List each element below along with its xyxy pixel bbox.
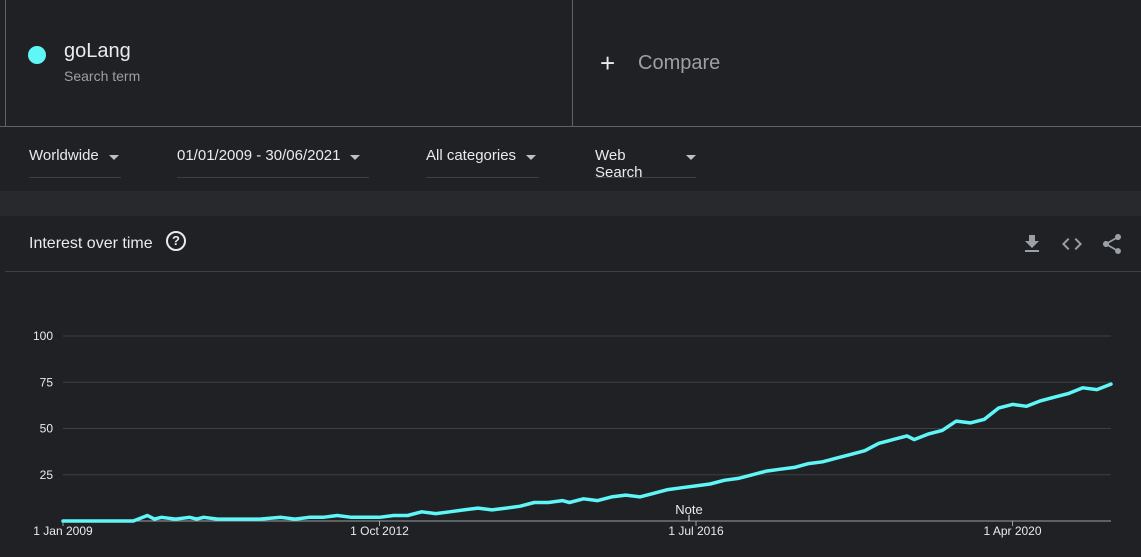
plus-icon: + [600, 48, 616, 78]
card-title: Interest over time [29, 235, 153, 252]
term-subtitle: Search term [64, 68, 141, 84]
search-type-label: Web Search [595, 147, 643, 181]
compare-label: Compare [638, 51, 721, 74]
region-dropdown[interactable]: Worldwide [29, 147, 121, 178]
search-term-card[interactable]: goLang Search term [5, 0, 573, 126]
embed-icon[interactable] [1060, 232, 1084, 256]
interest-over-time-card: Interest over time ? [5, 216, 1141, 557]
compare-button[interactable]: + Compare [600, 50, 720, 76]
dropdown-caret-icon [350, 155, 361, 160]
category-dropdown[interactable]: All categories [426, 147, 539, 178]
date-range-label: 01/01/2009 - 30/06/2021 [177, 147, 341, 164]
search-type-dropdown[interactable]: Web Search [595, 147, 696, 181]
term-name[interactable]: goLang [64, 40, 131, 63]
dropdown-caret-icon [526, 155, 537, 160]
download-icon[interactable] [1020, 232, 1044, 256]
terms-bar: goLang Search term + Compare [0, 0, 1141, 127]
date-range-dropdown[interactable]: 01/01/2009 - 30/06/2021 [177, 147, 369, 178]
dropdown-caret-icon [108, 155, 119, 160]
section-divider [0, 191, 1141, 216]
card-header: Interest over time ? [5, 216, 1141, 272]
region-label: Worldwide [29, 147, 99, 164]
category-label: All categories [426, 147, 517, 164]
filters-bar: Worldwide 01/01/2009 - 30/06/2021 All ca… [0, 127, 1141, 191]
term-color-dot [28, 46, 46, 64]
share-icon[interactable] [1100, 232, 1124, 256]
dropdown-caret-icon [686, 155, 696, 160]
help-icon[interactable]: ? [166, 231, 186, 251]
